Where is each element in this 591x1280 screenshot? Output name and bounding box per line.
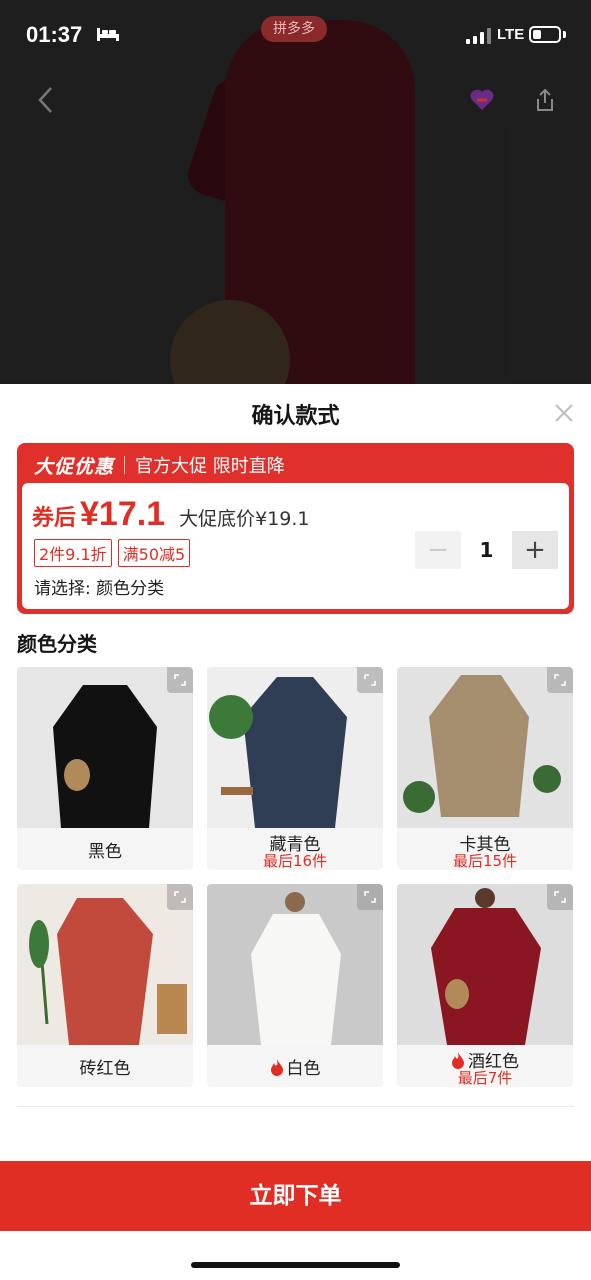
original-price: 大促底价¥19.1: [179, 508, 310, 530]
product-photo: [397, 667, 573, 828]
expand-icon[interactable]: [357, 667, 383, 693]
expand-icon[interactable]: [167, 884, 193, 910]
favorite-button[interactable]: [459, 77, 505, 123]
expand-icon[interactable]: [167, 667, 193, 693]
stock-label: 最后15件: [452, 852, 518, 870]
color-option-black[interactable]: 黑色: [17, 667, 193, 870]
stock-label: 最后16件: [262, 852, 328, 870]
price-value: ¥17.1: [80, 495, 166, 533]
sheet-title: 确认款式: [251, 404, 340, 429]
color-option-wine-red[interactable]: 酒红色 最后7件: [397, 884, 573, 1087]
promo-body: 券后 ¥17.1 大促底价¥19.1 2件9.1折 满50减5 请选择: 颜色分…: [22, 483, 569, 609]
flame-icon: [270, 1059, 283, 1076]
option-name-row: 白色: [207, 1054, 383, 1079]
divider: [17, 1106, 574, 1107]
product-photo: [17, 667, 193, 828]
color-section-title: 颜色分类: [17, 632, 97, 656]
price-label: 券后: [32, 506, 77, 531]
promo-brand: 大促优惠: [34, 455, 115, 478]
product-photo: [207, 884, 383, 1045]
option-name: 黑色: [88, 842, 122, 862]
signal-icon: [466, 28, 491, 44]
option-name: 砖红色: [79, 1059, 131, 1079]
expand-icon[interactable]: [547, 667, 573, 693]
close-icon[interactable]: [552, 401, 576, 425]
quantity-stepper: − 1 +: [415, 531, 558, 569]
increase-button[interactable]: +: [512, 531, 558, 569]
sleep-mode-icon: [97, 28, 119, 41]
expand-icon[interactable]: [357, 884, 383, 910]
color-option-white[interactable]: 白色: [207, 884, 383, 1087]
battery-icon: [529, 26, 561, 43]
quantity-value[interactable]: 1: [461, 538, 512, 562]
price-row: 券后 ¥17.1 大促底价¥19.1: [32, 495, 310, 534]
product-photo: [207, 667, 383, 828]
decrease-button[interactable]: −: [415, 531, 461, 569]
place-order-button[interactable]: 立即下单: [0, 1161, 591, 1231]
style-selection-sheet: 确认款式 大促优惠 官方大促 限时直降 券后 ¥17.1 大促底价¥19.1 2…: [0, 384, 591, 1280]
color-option-khaki[interactable]: 卡其色 最后15件: [397, 667, 573, 870]
promo-slogan: 官方大促 限时直降: [135, 456, 285, 477]
product-photo: [17, 884, 193, 1045]
heart-icon: [470, 89, 494, 110]
selection-hint: 请选择: 颜色分类: [34, 579, 165, 599]
promo-panel: 大促优惠 官方大促 限时直降 券后 ¥17.1 大促底价¥19.1 2件9.1折…: [17, 443, 574, 614]
color-option-brick-red[interactable]: 砖红色: [17, 884, 193, 1087]
stock-label: 最后7件: [457, 1069, 513, 1087]
discount-tags: 2件9.1折 满50减5: [34, 539, 191, 567]
expand-icon[interactable]: [547, 884, 573, 910]
share-icon: [537, 88, 553, 111]
back-button[interactable]: [23, 77, 69, 123]
brand-badge: 拼多多: [261, 16, 327, 42]
color-options-grid: 黑色 藏青色 最后16件 卡其色 最后15件 砖红色 白色 酒红色 最后7件: [17, 667, 574, 1087]
status-time: 01:37: [26, 22, 83, 47]
home-indicator: [191, 1262, 400, 1268]
chevron-left-icon: [38, 87, 52, 113]
discount-tag: 2件9.1折: [34, 539, 112, 567]
product-photo: [397, 884, 573, 1045]
share-button[interactable]: [522, 77, 568, 123]
network-type: LTE: [497, 26, 525, 43]
option-name: 白色: [286, 1059, 321, 1079]
color-option-navy[interactable]: 藏青色 最后16件: [207, 667, 383, 870]
discount-tag: 满50减5: [117, 539, 191, 567]
